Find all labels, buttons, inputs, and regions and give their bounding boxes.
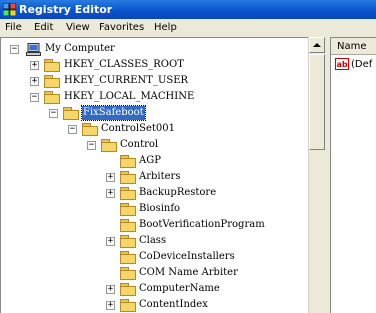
tree-vertical-scrollbar[interactable] bbox=[308, 37, 325, 313]
menu-edit[interactable]: Edit bbox=[34, 22, 53, 33]
tree-node-agp[interactable]: AGP bbox=[1, 154, 301, 170]
folder-icon bbox=[120, 235, 136, 248]
collapse-toggle[interactable]: − bbox=[49, 109, 58, 118]
tree-node-com-name-arbiter[interactable]: COM Name Arbiter bbox=[1, 266, 301, 282]
folder-icon bbox=[120, 203, 136, 216]
tree-label: Control bbox=[120, 139, 159, 150]
values-list[interactable]: Name ab (Def bbox=[330, 37, 376, 313]
collapse-toggle[interactable]: − bbox=[30, 93, 39, 102]
computer-icon bbox=[26, 43, 41, 56]
tree-label: HKEY_CLASSES_ROOT bbox=[64, 59, 184, 70]
folder-icon bbox=[44, 59, 60, 72]
tree-node-biosinfo[interactable]: Biosinfo bbox=[1, 202, 301, 218]
tree-label: AGP bbox=[139, 155, 161, 166]
tree-node-controlset[interactable]: − ControlSet001 bbox=[1, 122, 301, 138]
folder-icon bbox=[44, 91, 60, 104]
tree-node-class[interactable]: + Class bbox=[1, 234, 301, 250]
tree-label-selected: FixSafeboot bbox=[81, 105, 146, 121]
folder-icon bbox=[44, 75, 60, 88]
folder-icon bbox=[120, 219, 136, 232]
collapse-toggle[interactable]: − bbox=[10, 45, 19, 54]
expand-toggle[interactable]: + bbox=[106, 237, 115, 246]
expand-toggle[interactable]: + bbox=[106, 301, 115, 310]
expand-toggle[interactable]: + bbox=[106, 285, 115, 294]
folder-icon bbox=[120, 267, 136, 280]
tree-label: Class bbox=[139, 235, 167, 246]
folder-icon bbox=[120, 187, 136, 200]
folder-icon bbox=[120, 155, 136, 168]
arrow-up-icon bbox=[313, 43, 321, 47]
tree-label: My Computer bbox=[45, 43, 115, 54]
tree-label: ComputerName bbox=[139, 283, 220, 294]
expand-toggle[interactable]: + bbox=[106, 189, 115, 198]
folder-icon bbox=[120, 171, 136, 184]
tree-node-hkcr[interactable]: + HKEY_CLASSES_ROOT bbox=[1, 58, 301, 74]
tree-label: CoDeviceInstallers bbox=[139, 251, 235, 262]
tree-label: HKEY_LOCAL_MACHINE bbox=[64, 91, 195, 102]
tree-node-fixsafeboot[interactable]: − FixSafeboot bbox=[1, 105, 301, 122]
menu-help[interactable]: Help bbox=[154, 22, 177, 33]
tree-label: Biosinfo bbox=[139, 203, 181, 214]
folder-icon bbox=[120, 283, 136, 296]
folder-icon bbox=[120, 251, 136, 264]
value-name: (Def bbox=[351, 59, 373, 70]
expand-toggle[interactable]: + bbox=[30, 61, 39, 70]
tree-node-codeviceinstallers[interactable]: CoDeviceInstallers bbox=[1, 250, 301, 266]
folder-icon bbox=[120, 299, 136, 312]
title-bar: Registry Editor bbox=[0, 0, 376, 19]
tree-node-bootverificationprogram[interactable]: BootVerificationProgram bbox=[1, 218, 301, 234]
column-header-name[interactable]: Name bbox=[331, 38, 376, 55]
menu-view[interactable]: View bbox=[66, 22, 90, 33]
menu-favorites[interactable]: Favorites bbox=[99, 22, 144, 33]
tree-node-contentindex[interactable]: + ContentIndex bbox=[1, 298, 301, 313]
tree-node-arbiters[interactable]: + Arbiters bbox=[1, 170, 301, 186]
expand-toggle[interactable]: + bbox=[106, 173, 115, 182]
tree-node-control[interactable]: − Control bbox=[1, 138, 301, 154]
folder-open-icon bbox=[63, 107, 79, 120]
folder-icon bbox=[82, 123, 98, 136]
tree-node-hklm[interactable]: − HKEY_LOCAL_MACHINE bbox=[1, 90, 301, 106]
tree-label: ContentIndex bbox=[139, 299, 208, 310]
menu-bar: File Edit View Favorites Help bbox=[0, 19, 376, 37]
string-value-icon: ab bbox=[335, 58, 349, 70]
registry-tree[interactable]: − My Computer + HKEY_CLASSES_ROOT + HKEY… bbox=[0, 37, 308, 313]
column-header-label: Name bbox=[337, 41, 367, 52]
folder-icon bbox=[101, 139, 117, 152]
expand-toggle[interactable]: + bbox=[30, 77, 39, 86]
tree-node-my-computer[interactable]: − My Computer bbox=[1, 42, 301, 58]
tree-node-hkcu[interactable]: + HKEY_CURRENT_USER bbox=[1, 74, 301, 90]
collapse-toggle[interactable]: − bbox=[68, 125, 77, 134]
tree-label: ControlSet001 bbox=[101, 123, 176, 134]
value-row[interactable]: ab (Def bbox=[335, 58, 372, 70]
window-title: Registry Editor bbox=[19, 3, 113, 16]
tree-label: HKEY_CURRENT_USER bbox=[64, 75, 189, 86]
tree-label: BackupRestore bbox=[139, 187, 217, 198]
registry-editor-icon bbox=[3, 3, 16, 16]
menu-file[interactable]: File bbox=[5, 22, 22, 33]
scroll-up-button[interactable] bbox=[309, 37, 325, 53]
tree-node-backuprestore[interactable]: + BackupRestore bbox=[1, 186, 301, 202]
scroll-thumb[interactable] bbox=[309, 54, 325, 150]
tree-label: Arbiters bbox=[139, 171, 181, 182]
collapse-toggle[interactable]: − bbox=[87, 141, 96, 150]
tree-label: BootVerificationProgram bbox=[139, 219, 265, 230]
tree-node-computername[interactable]: + ComputerName bbox=[1, 282, 301, 298]
tree-label: COM Name Arbiter bbox=[139, 267, 238, 278]
